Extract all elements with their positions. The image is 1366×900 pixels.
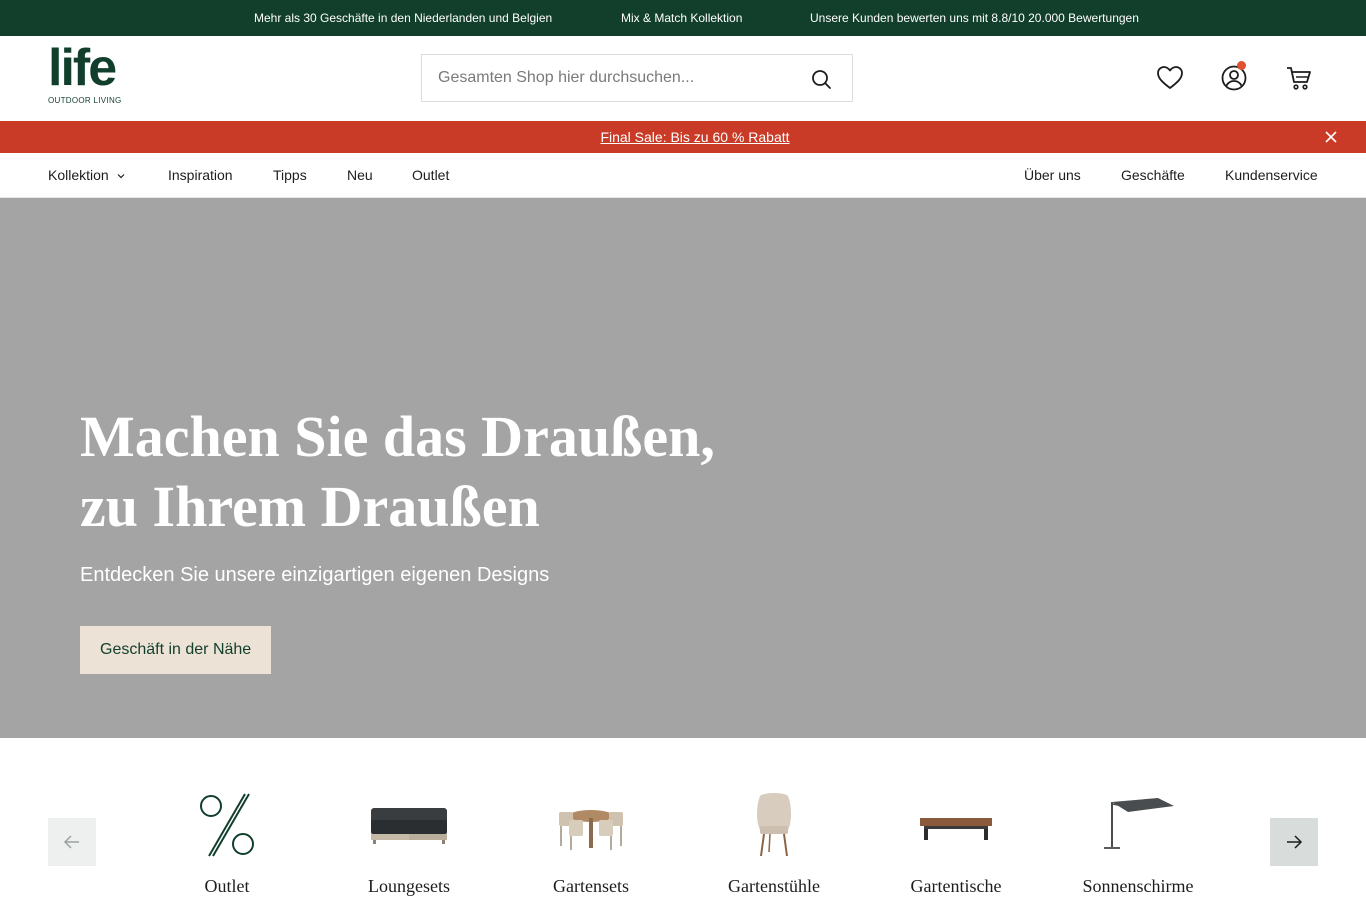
category-carousel: Outlet Loungesets Gartensets Gartenstühl… xyxy=(0,738,1366,900)
category-outlet[interactable]: Outlet xyxy=(152,784,302,900)
nav-item-tipps[interactable]: Tipps xyxy=(273,167,307,183)
garden-chair-image xyxy=(757,793,791,857)
logo-word: life xyxy=(48,39,117,97)
hero-subtitle: Entdecken Sie unsere einzigartigen eigen… xyxy=(80,564,550,586)
category-gartenstuehle[interactable]: Gartenstühle xyxy=(699,784,849,900)
logo[interactable]: life OUTDOOR LIVING xyxy=(48,39,128,110)
search-box xyxy=(421,54,853,102)
usp-item-stores: Mehr als 30 Geschäfte in den Niederlande… xyxy=(254,11,553,25)
store-locator-button[interactable]: Geschäft in der Nähe xyxy=(80,626,272,674)
carousel-prev-button[interactable] xyxy=(48,818,96,866)
hero-title: Machen Sie das Draußen, zu Ihrem Draußen xyxy=(80,402,780,542)
close-icon[interactable] xyxy=(1324,130,1338,144)
nav-item-kollektion[interactable]: Kollektion xyxy=(48,167,125,183)
category-label: Sonnenschirme xyxy=(1082,876,1194,896)
usp-item-reviews: Unsere Kunden bewerten uns mit 8.8/10 20… xyxy=(810,11,1139,25)
header: life OUTDOOR LIVING xyxy=(0,36,1366,121)
search-input[interactable] xyxy=(422,55,802,101)
category-label: Gartensets xyxy=(553,876,629,896)
promo-bar: Final Sale: Bis zu 60 % Rabatt xyxy=(0,121,1366,153)
nav-item-ueber-uns[interactable]: Über uns xyxy=(1024,167,1081,183)
logo-subtitle: OUTDOOR LIVING xyxy=(48,96,122,105)
nav-item-kundenservice[interactable]: Kundenservice xyxy=(1225,167,1318,183)
category-gartentische[interactable]: Gartentische xyxy=(881,784,1031,900)
nav-item-neu[interactable]: Neu xyxy=(347,167,373,183)
category-label: Loungesets xyxy=(368,876,450,896)
nav-item-label: Kollektion xyxy=(48,167,109,183)
category-loungesets[interactable]: Loungesets xyxy=(334,784,484,900)
nav-item-outlet[interactable]: Outlet xyxy=(412,167,449,183)
hero-title-line1: Machen Sie das Draußen, xyxy=(80,404,715,469)
heart-icon[interactable] xyxy=(1156,64,1184,92)
notification-dot xyxy=(1237,61,1246,70)
chevron-down-icon xyxy=(117,174,125,179)
parasol-image xyxy=(1104,798,1174,849)
garden-table-image xyxy=(920,818,992,840)
category-label: Gartentische xyxy=(910,876,1002,896)
usp-item-mix-match: Mix & Match Kollektion xyxy=(621,11,743,25)
category-label: Outlet xyxy=(204,876,250,896)
category-sonnenschirme[interactable]: Sonnenschirme xyxy=(1063,784,1213,900)
main-nav: Kollektion Inspiration Tipps Neu Outlet … xyxy=(0,153,1366,198)
percent-icon xyxy=(200,793,254,857)
nav-item-inspiration[interactable]: Inspiration xyxy=(168,167,233,183)
cart-icon[interactable] xyxy=(1285,64,1313,92)
promo-link[interactable]: Final Sale: Bis zu 60 % Rabatt xyxy=(0,129,1366,145)
carousel-next-button[interactable] xyxy=(1270,818,1318,866)
usp-bar: Mehr als 30 Geschäfte in den Niederlande… xyxy=(0,0,1366,36)
arrow-left-icon xyxy=(63,835,79,849)
account-icon[interactable] xyxy=(1220,61,1248,92)
arrow-right-icon xyxy=(1287,835,1303,849)
garden-set-image xyxy=(559,810,623,850)
lounge-set-image xyxy=(371,808,447,844)
hero-banner: Machen Sie das Draußen, zu Ihrem Draußen… xyxy=(0,198,1366,738)
category-label: Gartenstühle xyxy=(728,876,820,896)
category-gartensets[interactable]: Gartensets xyxy=(516,784,666,900)
nav-item-geschaefte[interactable]: Geschäfte xyxy=(1121,167,1185,183)
search-icon[interactable] xyxy=(810,68,832,90)
hero-title-line2: zu Ihrem Draußen xyxy=(80,474,540,539)
